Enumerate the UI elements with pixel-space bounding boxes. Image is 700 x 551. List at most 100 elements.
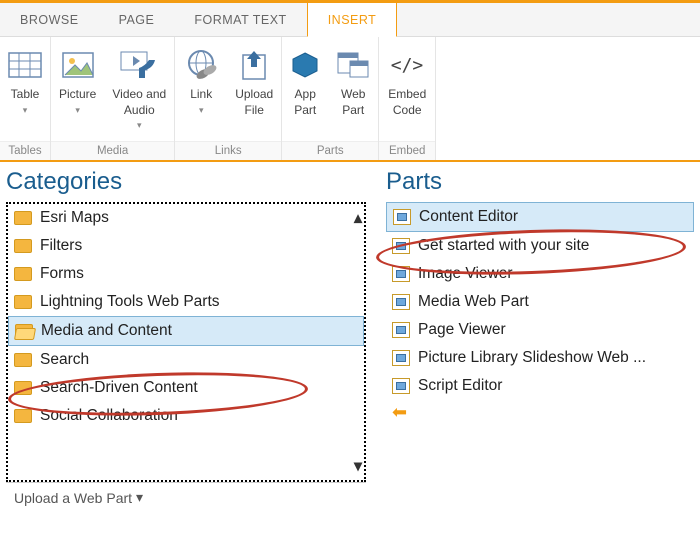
folder-icon <box>15 324 33 338</box>
upload-web-part-label: Upload a Web Part <box>14 490 132 506</box>
category-item[interactable]: Social Collaboration <box>8 402 364 430</box>
part-label: Script Editor <box>418 377 502 395</box>
picture-label: Picture <box>59 87 96 103</box>
embed-icon: </> <box>387 45 427 85</box>
category-label: Esri Maps <box>40 209 109 227</box>
chevron-down-icon: ▾ <box>136 489 143 506</box>
chevron-down-icon: ▾ <box>23 105 28 117</box>
parts-title: Parts <box>386 168 694 196</box>
ribbon-group-tables: Table ▾ Tables <box>0 37 51 160</box>
part-item[interactable]: Picture Library Slideshow Web ... <box>386 344 694 372</box>
web-part-label: Web Part <box>341 87 365 118</box>
ribbon-group-links: Link ▾ Upload File Links <box>175 37 282 160</box>
tab-format-text[interactable]: FORMAT TEXT <box>174 3 306 36</box>
web-part-icon <box>392 266 410 282</box>
table-label: Table <box>11 87 40 103</box>
embed-code-label: Embed Code <box>388 87 426 118</box>
part-label: Content Editor <box>419 208 518 226</box>
folder-icon <box>14 381 32 395</box>
group-label-embed: Embed <box>379 141 435 160</box>
part-item[interactable]: Media Web Part <box>386 288 694 316</box>
categories-title: Categories <box>6 168 366 196</box>
video-audio-label: Video and Audio <box>112 87 166 118</box>
folder-icon <box>14 239 32 253</box>
ribbon-group-embed: </> Embed Code Embed <box>379 37 436 160</box>
category-item[interactable]: Forms <box>8 260 364 288</box>
app-part-icon <box>290 45 320 85</box>
picture-button[interactable]: Picture ▾ <box>51 41 104 141</box>
category-label: Forms <box>40 265 84 283</box>
parts-panel: Parts Content Editor Get started with you… <box>386 168 694 512</box>
chevron-down-icon: ▾ <box>137 120 142 132</box>
folder-icon <box>14 211 32 225</box>
group-label-media: Media <box>51 141 174 160</box>
audio-icon <box>119 45 159 85</box>
group-label-links: Links <box>175 141 281 160</box>
web-part-icon <box>392 378 410 394</box>
web-part-icon <box>336 45 370 85</box>
part-item[interactable]: Image Viewer <box>386 260 694 288</box>
video-audio-button[interactable]: Video and Audio ▾ <box>104 41 174 141</box>
web-part-icon <box>392 322 410 338</box>
web-part-icon <box>392 238 410 254</box>
ribbon-tabs: BROWSE PAGE FORMAT TEXT INSERT <box>0 3 700 37</box>
svg-text:</>: </> <box>391 55 424 76</box>
category-item[interactable]: Lightning Tools Web Parts <box>8 288 364 316</box>
web-part-icon <box>392 350 410 366</box>
tab-browse[interactable]: BROWSE <box>0 3 99 36</box>
app-part-label: App Part <box>294 87 316 118</box>
categories-panel: Categories Esri Maps Filters Forms Lightnin… <box>6 168 366 512</box>
folder-icon <box>14 295 32 309</box>
category-label: Search-Driven Content <box>40 379 198 397</box>
upload-file-button[interactable]: Upload File <box>227 41 281 141</box>
embed-code-button[interactable]: </> Embed Code <box>379 41 435 141</box>
upload-file-label: Upload File <box>235 87 273 118</box>
folder-icon <box>14 267 32 281</box>
back-arrow-icon[interactable]: ⬅ <box>386 400 694 425</box>
upload-icon <box>239 45 269 85</box>
scroll-down-icon[interactable]: ▾ <box>354 456 362 476</box>
web-part-button[interactable]: Web Part <box>328 41 378 141</box>
upload-web-part-button[interactable]: Upload a Web Part ▾ <box>6 482 366 512</box>
category-label: Media and Content <box>41 322 172 340</box>
category-label: Filters <box>40 237 82 255</box>
category-item[interactable]: Esri Maps <box>8 204 364 232</box>
picture-icon <box>61 45 95 85</box>
app-part-button[interactable]: App Part <box>282 41 328 141</box>
category-item[interactable]: Filters <box>8 232 364 260</box>
part-label: Page Viewer <box>418 321 506 339</box>
ribbon-group-media: Picture ▾ Video and Audio ▾ Media <box>51 37 175 160</box>
ribbon-group-parts: App Part Web Part Parts <box>282 37 379 160</box>
categories-listbox[interactable]: Esri Maps Filters Forms Lightning Tools Web… <box>6 202 366 482</box>
part-label: Image Viewer <box>418 265 512 283</box>
folder-icon <box>14 409 32 423</box>
table-button[interactable]: Table ▾ <box>0 41 50 141</box>
folder-icon <box>14 353 32 367</box>
link-button[interactable]: Link ▾ <box>175 41 227 141</box>
chevron-down-icon: ▾ <box>75 105 80 117</box>
part-item[interactable]: Get started with your site <box>386 232 694 260</box>
part-item[interactable]: Script Editor <box>386 372 694 400</box>
ribbon: Table ▾ Tables Picture ▾ Video and Audio… <box>0 37 700 162</box>
chevron-down-icon: ▾ <box>199 105 204 117</box>
web-part-icon <box>392 294 410 310</box>
category-item[interactable]: Search-Driven Content <box>8 374 364 402</box>
part-label: Picture Library Slideshow Web ... <box>418 349 646 367</box>
link-label: Link <box>190 87 212 103</box>
category-item[interactable]: Media and Content <box>8 316 364 346</box>
category-label: Lightning Tools Web Parts <box>40 293 220 311</box>
part-label: Get started with your site <box>418 237 589 255</box>
part-label: Media Web Part <box>418 293 529 311</box>
category-label: Social Collaboration <box>40 407 178 425</box>
tab-insert[interactable]: INSERT <box>307 0 398 37</box>
scroll-up-icon[interactable]: ▴ <box>354 208 362 228</box>
part-item[interactable]: Page Viewer <box>386 316 694 344</box>
tab-page[interactable]: PAGE <box>99 3 175 36</box>
link-icon <box>183 45 219 85</box>
part-item[interactable]: Content Editor <box>386 202 694 232</box>
parts-listbox[interactable]: Content Editor Get started with your site… <box>386 202 694 400</box>
web-part-icon <box>393 209 411 225</box>
category-item[interactable]: Search <box>8 346 364 374</box>
group-label-parts: Parts <box>282 141 378 160</box>
group-label-tables: Tables <box>0 141 50 160</box>
